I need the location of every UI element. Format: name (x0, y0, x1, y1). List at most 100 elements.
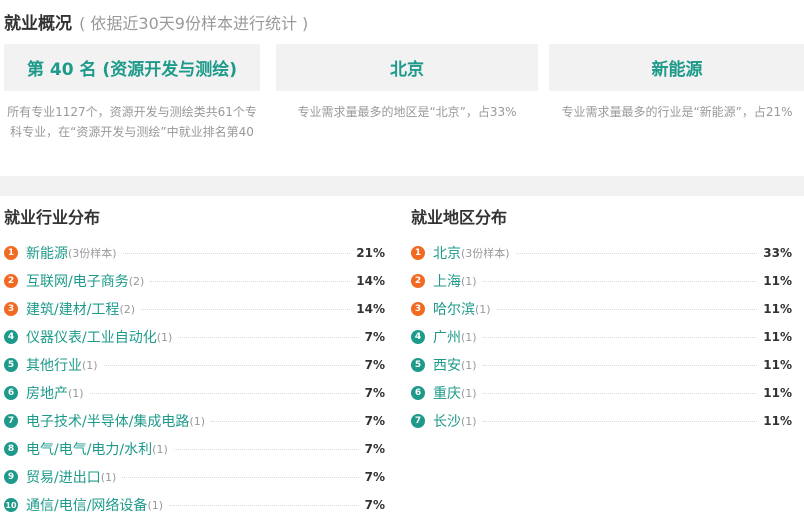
region-list: 1 北京 (3份样本) 33% 2 上海 (1) 11% 3 哈尔滨 (1) 11% 4 广州 (1) 11%… (411, 239, 792, 435)
region-distribution-title: 就业地区分布 (411, 208, 508, 227)
sample-count: (1) (152, 442, 168, 456)
sample-count: (1) (156, 330, 173, 344)
dotted-leader (122, 476, 359, 478)
region-name-link[interactable]: 北京 (433, 243, 461, 263)
region-name-link[interactable]: 西安 (433, 355, 461, 375)
industry-item[interactable]: 10 通信/电信/网络设备 (1) 7% (4, 491, 385, 519)
rank-badge: 2 (411, 274, 425, 288)
rank-badge: 7 (411, 414, 425, 428)
percentage: 7% (364, 330, 385, 344)
dotted-leader (178, 336, 359, 338)
sample-count: (1) (189, 414, 206, 428)
dotted-leader (482, 364, 758, 366)
percentage: 7% (364, 414, 385, 428)
sample-count: (1) (100, 470, 117, 484)
rank-card-desc: 所有专业1127个，资源开发与测绘类共61个专科专业，在“资源开发与测绘”中就业… (7, 105, 257, 139)
industry-item[interactable]: 2 互联网/电子商务 (2) 14% (4, 267, 385, 295)
rank-badge: 2 (4, 274, 18, 288)
industry-distribution-title: 就业行业分布 (4, 208, 101, 227)
sample-count: (1) (147, 498, 164, 512)
sample-count: (3份样本) (68, 247, 117, 260)
dotted-leader (141, 308, 351, 310)
rank-card-value: 第 40 名 (资源开发与测绘) (4, 44, 260, 91)
industry-name-link[interactable]: 房地产 (26, 383, 68, 403)
top-industry-card: 新能源 专业需求量最多的行业是“新能源”，占21% (549, 44, 804, 172)
top-region-card: 北京 专业需求量最多的地区是“北京”，占33% (276, 44, 538, 172)
industry-item[interactable]: 6 房地产 (1) 7% (4, 379, 385, 407)
region-name-link[interactable]: 广州 (433, 327, 461, 347)
rank-badge: 1 (4, 246, 18, 260)
dotted-leader (103, 364, 359, 366)
percentage: 7% (364, 498, 385, 512)
industry-distribution: 就业行业分布 1 新能源 (3份样本) 21% 2 互联网/电子商务 (2) 14% 3 建筑/建… (4, 205, 385, 519)
percentage: 7% (364, 386, 385, 400)
overview-cards: 第 40 名 (资源开发与测绘) 所有专业1127个，资源开发与测绘类共61个专… (0, 44, 804, 172)
top-industry-card-desc: 专业需求量最多的行业是“新能源”，占21% (561, 105, 793, 119)
sample-count: (1) (461, 414, 477, 428)
top-region-card-desc: 专业需求量最多的地区是“北京”，占33% (297, 105, 517, 119)
industry-name-link[interactable]: 通信/电信/网络设备 (26, 495, 147, 515)
region-item[interactable]: 3 哈尔滨 (1) 11% (411, 295, 792, 323)
region-item[interactable]: 6 重庆 (1) 11% (411, 379, 792, 407)
percentage: 14% (356, 302, 385, 316)
industry-name-link[interactable]: 仪器仪表/工业自动化 (26, 327, 157, 347)
sample-count: (3份样本) (461, 247, 510, 260)
dotted-leader (173, 448, 359, 450)
percentage: 14% (356, 274, 385, 288)
dotted-leader (89, 392, 359, 394)
rank-badge: 3 (4, 302, 18, 316)
sample-count: (1) (82, 358, 98, 372)
industry-item[interactable]: 3 建筑/建材/工程 (2) 14% (4, 295, 385, 323)
rank-badge: 7 (4, 414, 18, 428)
industry-name-link[interactable]: 电子技术/半导体/集成电路 (26, 411, 189, 431)
industry-name-link[interactable]: 互联网/电子商务 (26, 271, 129, 291)
industry-item[interactable]: 8 电气/电气/电力/水利 (1) 7% (4, 435, 385, 463)
rank-badge: 6 (4, 386, 18, 400)
rank-badge: 5 (4, 358, 18, 372)
rank-card: 第 40 名 (资源开发与测绘) 所有专业1127个，资源开发与测绘类共61个专… (4, 44, 260, 172)
industry-name-link[interactable]: 电气/电气/电力/水利 (26, 439, 152, 459)
dotted-leader (482, 420, 758, 422)
industry-name-link[interactable]: 贸易/进出口 (26, 467, 101, 487)
industry-name-link[interactable]: 新能源 (26, 243, 68, 263)
sample-count: (2) (128, 274, 145, 288)
sample-count: (1) (461, 274, 477, 288)
dotted-leader (122, 252, 351, 254)
region-distribution: 就业地区分布 1 北京 (3份样本) 33% 2 上海 (1) 11% 3 哈尔滨 (1) 11% 4 广… (411, 205, 792, 435)
industry-name-link[interactable]: 建筑/建材/工程 (26, 299, 119, 319)
rank-badge: 9 (4, 470, 18, 484)
percentage: 11% (763, 302, 792, 316)
region-name-link[interactable]: 上海 (433, 271, 461, 291)
industry-item[interactable]: 9 贸易/进出口 (1) 7% (4, 463, 385, 491)
region-item[interactable]: 5 西安 (1) 11% (411, 351, 792, 379)
industry-item[interactable]: 7 电子技术/半导体/集成电路 (1) 7% (4, 407, 385, 435)
rank-badge: 3 (411, 302, 425, 316)
overview-subtitle: ( 依据近30天9份样本进行统计 ) (79, 14, 309, 33)
region-name-link[interactable]: 长沙 (433, 411, 461, 431)
region-item[interactable]: 7 长沙 (1) 11% (411, 407, 792, 435)
percentage: 7% (364, 358, 385, 372)
dotted-leader (482, 280, 758, 282)
sample-count: (1) (68, 386, 84, 400)
top-region-card-value: 北京 (276, 44, 538, 91)
industry-name-link[interactable]: 其他行业 (26, 355, 82, 375)
industry-item[interactable]: 5 其他行业 (1) 7% (4, 351, 385, 379)
rank-badge: 8 (4, 442, 18, 456)
rank-badge: 4 (411, 330, 425, 344)
rank-badge: 10 (4, 498, 18, 512)
percentage: 11% (763, 330, 792, 344)
industry-item[interactable]: 4 仪器仪表/工业自动化 (1) 7% (4, 323, 385, 351)
region-name-link[interactable]: 哈尔滨 (433, 299, 475, 319)
percentage: 11% (763, 274, 792, 288)
overview-title: 就业概况 (4, 14, 72, 34)
region-item[interactable]: 4 广州 (1) 11% (411, 323, 792, 351)
rank-badge: 6 (411, 386, 425, 400)
percentage: 7% (364, 442, 385, 456)
region-item[interactable]: 2 上海 (1) 11% (411, 267, 792, 295)
region-item[interactable]: 1 北京 (3份样本) 33% (411, 239, 792, 267)
region-name-link[interactable]: 重庆 (433, 383, 461, 403)
sample-count: (1) (461, 386, 477, 400)
dotted-leader (169, 504, 359, 506)
industry-item[interactable]: 1 新能源 (3份样本) 21% (4, 239, 385, 267)
percentage: 21% (356, 246, 385, 260)
